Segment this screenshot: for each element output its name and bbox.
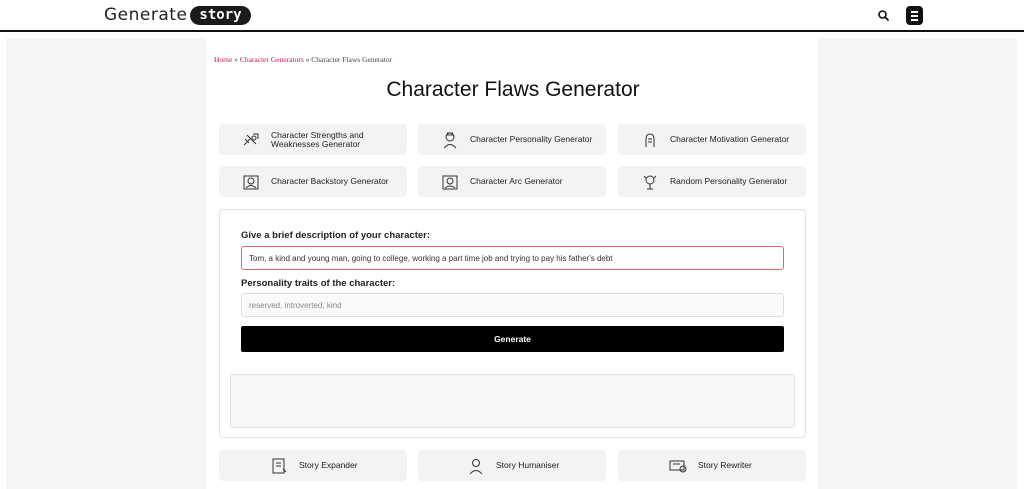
search-icon[interactable]: [876, 8, 892, 24]
link-story-humaniser[interactable]: Story Humaniser: [418, 450, 606, 481]
breadcrumb-separator: »: [232, 55, 240, 64]
rewriter-icon: [669, 460, 687, 472]
link-motivation-generator[interactable]: Character Motivation Generator: [618, 124, 806, 155]
motivation-icon: [645, 132, 655, 147]
generate-button[interactable]: Generate: [241, 326, 784, 352]
link-label: Character Motivation Generator: [670, 134, 790, 144]
link-story-expander[interactable]: Story Expander: [219, 450, 407, 481]
link-arc-generator[interactable]: Character Arc Generator: [418, 166, 606, 197]
humaniser-icon: [469, 458, 483, 474]
traits-field[interactable]: [241, 293, 784, 317]
arc-icon: [442, 175, 458, 189]
expander-icon: [272, 458, 287, 473]
left-sidebar: [6, 38, 206, 489]
link-label: Character Arc Generator: [470, 176, 563, 186]
link-label: Story Rewriter: [698, 460, 752, 470]
output-box: [230, 374, 795, 428]
link-random-personality-generator[interactable]: Random Personality Generator: [618, 166, 806, 197]
link-label: Character Backstory Generator: [271, 176, 389, 186]
page-title: Character Flaws Generator: [386, 78, 640, 101]
link-label: Story Humaniser: [496, 460, 560, 470]
personality-icon: [443, 132, 457, 148]
top-bar: Generate story: [0, 0, 1024, 32]
link-strengths-weaknesses-generator[interactable]: Character Strengths and Weaknesses Gener…: [219, 124, 407, 155]
breadcrumb-home[interactable]: Home: [214, 55, 232, 64]
description-label: Give a brief description of your charact…: [241, 230, 430, 241]
breadcrumb: Home » Character Generators » Character …: [214, 55, 392, 64]
link-label: Character Personality Generator: [470, 134, 593, 144]
breadcrumb-character-generators[interactable]: Character Generators: [240, 55, 304, 64]
breadcrumb-current: Character Flaws Generator: [311, 55, 393, 64]
strengths-icon: [243, 133, 259, 145]
random-personality-icon: [643, 175, 657, 189]
link-label: Story Expander: [299, 460, 358, 470]
link-story-rewriter[interactable]: Story Rewriter: [618, 450, 806, 481]
traits-label: Personality traits of the character:: [241, 278, 396, 289]
site-logo[interactable]: Generate story: [104, 5, 251, 25]
right-sidebar: [818, 38, 1017, 489]
menu-icon[interactable]: [906, 6, 923, 25]
link-backstory-generator[interactable]: Character Backstory Generator: [219, 166, 407, 197]
description-field[interactable]: [241, 246, 784, 270]
logo-pill: story: [190, 5, 251, 25]
backstory-icon: [243, 175, 259, 189]
link-label: Random Personality Generator: [670, 176, 788, 186]
link-personality-generator[interactable]: Character Personality Generator: [418, 124, 606, 155]
link-label: Character Strengths and Weaknesses Gener…: [271, 129, 364, 149]
logo-word: Generate: [104, 5, 188, 25]
